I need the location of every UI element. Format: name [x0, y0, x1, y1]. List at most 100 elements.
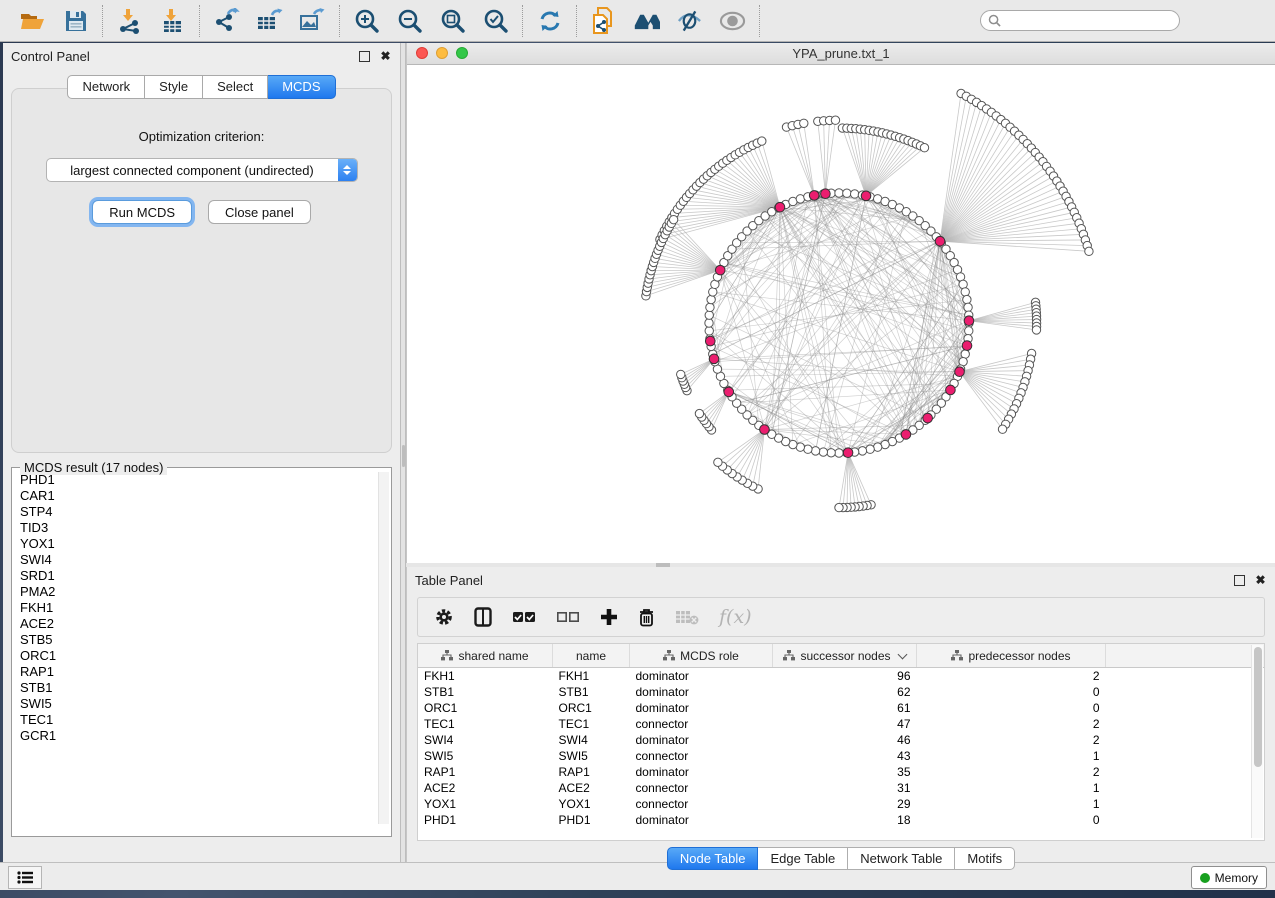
- tab-network-table[interactable]: Network Table: [848, 847, 955, 870]
- cell-shared-name[interactable]: ORC1: [418, 700, 553, 716]
- refresh-layout-icon[interactable]: [536, 7, 563, 34]
- graph-node[interactable]: [835, 503, 843, 511]
- graph-node[interactable]: [961, 288, 969, 296]
- column-header-predecessor-nodes[interactable]: predecessor nodes: [917, 644, 1106, 668]
- cell-name[interactable]: PHD1: [553, 812, 630, 828]
- first-neighbors-icon[interactable]: [633, 7, 660, 34]
- graph-node[interactable]: [866, 445, 874, 453]
- mcds-result-item[interactable]: GCR1: [18, 728, 391, 744]
- table-row[interactable]: PHD1PHD1dominator180: [418, 812, 1265, 828]
- cell-shared-name[interactable]: PHD1: [418, 812, 553, 828]
- graph-node[interactable]: [800, 119, 808, 127]
- cell-name[interactable]: SWI4: [553, 732, 630, 748]
- cell-MCDS-role[interactable]: dominator: [630, 700, 773, 716]
- graph-hub-node[interactable]: [901, 430, 911, 440]
- graph-node[interactable]: [827, 449, 835, 457]
- graph-node[interactable]: [964, 303, 972, 311]
- mcds-result-item[interactable]: ORC1: [18, 648, 391, 664]
- graph-node[interactable]: [819, 448, 827, 456]
- mcds-result-item[interactable]: STB1: [18, 680, 391, 696]
- cell-name[interactable]: STB1: [553, 684, 630, 700]
- table-row[interactable]: SWI5SWI5connector431: [418, 748, 1265, 764]
- mcds-result-item[interactable]: CAR1: [18, 488, 391, 504]
- graph-hub-node[interactable]: [962, 341, 972, 351]
- network-canvas[interactable]: [407, 65, 1275, 563]
- graph-node[interactable]: [707, 295, 715, 303]
- save-icon[interactable]: [62, 7, 89, 34]
- graph-node[interactable]: [669, 215, 677, 223]
- mcds-result-item[interactable]: STP4: [18, 504, 391, 520]
- graph-node[interactable]: [858, 447, 866, 455]
- cell-successor-nodes[interactable]: 96: [773, 668, 917, 685]
- close-panel-button[interactable]: Close panel: [208, 200, 311, 224]
- close-panel-icon[interactable]: ✖: [379, 50, 392, 63]
- graph-hub-node[interactable]: [955, 367, 965, 377]
- graph-hub-node[interactable]: [760, 425, 770, 435]
- close-window-icon[interactable]: [416, 47, 428, 59]
- cell-predecessor-nodes[interactable]: 2: [917, 716, 1106, 732]
- table-row[interactable]: FKH1FKH1dominator962: [418, 668, 1265, 685]
- cell-successor-nodes[interactable]: 46: [773, 732, 917, 748]
- cell-predecessor-nodes[interactable]: 2: [917, 732, 1106, 748]
- cell-MCDS-role[interactable]: dominator: [630, 668, 773, 685]
- cell-name[interactable]: ACE2: [553, 780, 630, 796]
- mcds-result-item[interactable]: RAP1: [18, 664, 391, 680]
- select-all-icon[interactable]: [512, 604, 536, 630]
- tab-edge-table[interactable]: Edge Table: [758, 847, 848, 870]
- cell-predecessor-nodes[interactable]: 2: [917, 764, 1106, 780]
- graph-hub-node[interactable]: [724, 387, 734, 397]
- graph-hub-node[interactable]: [861, 191, 871, 201]
- graph-hub-node[interactable]: [775, 202, 785, 212]
- graph-node[interactable]: [706, 303, 714, 311]
- cell-successor-nodes[interactable]: 18: [773, 812, 917, 828]
- zoom-in-icon[interactable]: [353, 7, 380, 34]
- delete-icon[interactable]: [638, 604, 655, 630]
- cell-predecessor-nodes[interactable]: 1: [917, 796, 1106, 812]
- import-table-icon[interactable]: [159, 7, 186, 34]
- float-panel-icon[interactable]: [1233, 574, 1246, 587]
- graph-hub-node[interactable]: [923, 413, 933, 423]
- cell-successor-nodes[interactable]: 61: [773, 700, 917, 716]
- graph-hub-node[interactable]: [964, 316, 974, 326]
- table-scrollbar-thumb[interactable]: [1254, 647, 1262, 767]
- graph-hub-node[interactable]: [946, 385, 956, 395]
- zoom-fit-icon[interactable]: [439, 7, 466, 34]
- cell-successor-nodes[interactable]: 62: [773, 684, 917, 700]
- export-network-icon[interactable]: [213, 7, 240, 34]
- task-history-button[interactable]: [8, 866, 42, 889]
- mcds-result-item[interactable]: STB5: [18, 632, 391, 648]
- table-row[interactable]: STB1STB1dominator620: [418, 684, 1265, 700]
- maximize-window-icon[interactable]: [456, 47, 468, 59]
- gear-icon[interactable]: [434, 604, 454, 630]
- graph-node[interactable]: [811, 447, 819, 455]
- cell-shared-name[interactable]: TEC1: [418, 716, 553, 732]
- close-panel-icon[interactable]: ✖: [1254, 574, 1267, 587]
- table-row[interactable]: ACE2ACE2connector311: [418, 780, 1265, 796]
- graph-hub-node[interactable]: [705, 336, 715, 346]
- tab-style[interactable]: Style: [145, 75, 203, 99]
- float-panel-icon[interactable]: [358, 50, 371, 63]
- graph-node[interactable]: [758, 137, 766, 145]
- mcds-result-item[interactable]: SWI5: [18, 696, 391, 712]
- minimize-window-icon[interactable]: [436, 47, 448, 59]
- tab-motifs[interactable]: Motifs: [955, 847, 1015, 870]
- graph-node[interactable]: [835, 449, 843, 457]
- mcds-result-item[interactable]: SRD1: [18, 568, 391, 584]
- cell-MCDS-role[interactable]: dominator: [630, 684, 773, 700]
- export-image-icon[interactable]: [299, 7, 326, 34]
- graph-hub-node[interactable]: [843, 448, 853, 458]
- mcds-result-item[interactable]: PHD1: [18, 472, 391, 488]
- cell-name[interactable]: ORC1: [553, 700, 630, 716]
- graph-hub-node[interactable]: [821, 189, 831, 199]
- cell-MCDS-role[interactable]: dominator: [630, 812, 773, 828]
- graph-node[interactable]: [1085, 247, 1093, 255]
- mcds-result-item[interactable]: FKH1: [18, 600, 391, 616]
- mcds-list-scrollbar[interactable]: [378, 472, 389, 824]
- mcds-result-item[interactable]: YOX1: [18, 536, 391, 552]
- mcds-result-item[interactable]: ACE2: [18, 616, 391, 632]
- tab-node-table[interactable]: Node Table: [667, 847, 759, 870]
- open-file-icon[interactable]: [19, 7, 46, 34]
- graph-node[interactable]: [714, 458, 722, 466]
- table-row[interactable]: ORC1ORC1dominator610: [418, 700, 1265, 716]
- graph-node[interactable]: [695, 409, 703, 417]
